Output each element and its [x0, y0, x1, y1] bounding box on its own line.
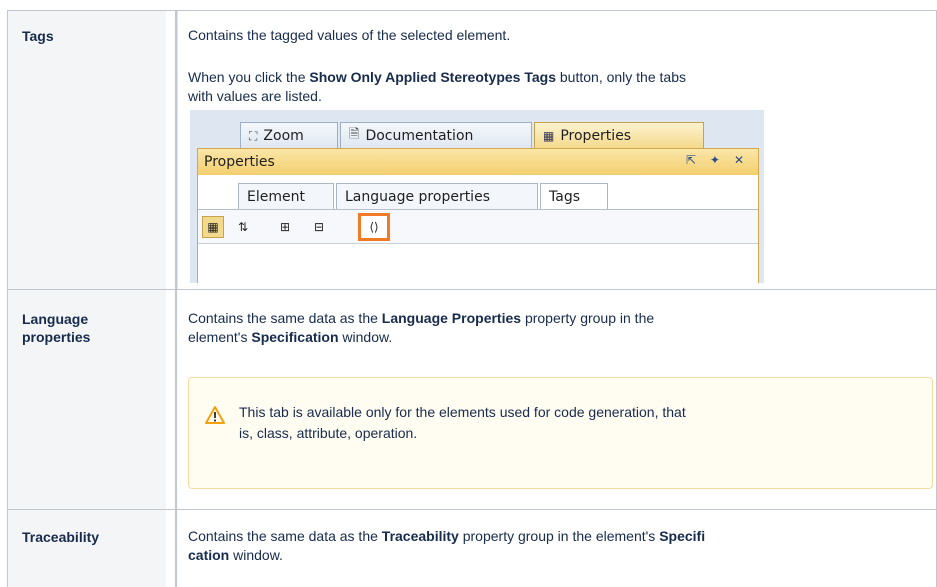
- row-label-traceability: Traceability: [22, 529, 100, 545]
- table-border-left: [7, 10, 8, 587]
- warning-panel: This tab is available only for the eleme…: [188, 377, 933, 489]
- zoom-icon: ⛶: [249, 128, 258, 143]
- collapse-all-icon[interactable]: ⊟: [308, 216, 330, 238]
- sort-alpha-icon[interactable]: ⇅: [232, 216, 254, 238]
- subtab-tags[interactable]: Tags: [540, 183, 608, 209]
- row-border-top: [7, 10, 937, 11]
- tags-description: Contains the tagged values of the select…: [188, 27, 511, 43]
- tab-properties[interactable]: ▦ Properties: [534, 122, 704, 149]
- warning-icon: [205, 406, 225, 424]
- table-icon: ▦: [543, 129, 555, 143]
- label-column: [8, 10, 166, 587]
- tab-zoom[interactable]: ⛶ Zoom: [240, 122, 338, 149]
- panel-title: Properties: [204, 154, 275, 170]
- properties-grid: [198, 243, 758, 283]
- document-icon: 🗎: [349, 127, 360, 142]
- row-border-2: [7, 509, 937, 510]
- row-border-1: [7, 289, 937, 290]
- row-label-language-properties: Language properties: [22, 311, 91, 345]
- row1-scroll-edge: [177, 11, 178, 289]
- language-description: Contains the same data as the Language P…: [188, 310, 655, 345]
- warning-text: This tab is available only for the eleme…: [239, 404, 686, 441]
- pin-icon[interactable]: ✦: [710, 153, 720, 167]
- categorized-view-icon[interactable]: ▦: [202, 216, 224, 238]
- subtab-element[interactable]: Element: [238, 183, 334, 209]
- row-label-tags: Tags: [22, 28, 54, 44]
- properties-panel: Properties ⇱ ✦ ✕ Element Language proper…: [197, 148, 759, 283]
- properties-panel-header: Properties ⇱ ✦ ✕: [198, 149, 758, 175]
- expand-all-icon[interactable]: ⊞: [274, 216, 296, 238]
- tags-note: When you click the Show Only Applied Ste…: [188, 69, 686, 104]
- properties-toolbar: ▦ ⇅ ⊞ ⊟ ⟨⟩: [198, 209, 758, 244]
- show-applied-stereotype-tags-icon[interactable]: ⟨⟩: [358, 213, 390, 241]
- subtab-language-properties[interactable]: Language properties: [336, 183, 538, 209]
- properties-panel-screenshot: ⛶ Zoom 🗎 Documentation ▦ Properties Prop…: [190, 110, 764, 283]
- traceability-description: Contains the same data as the Traceabili…: [188, 528, 706, 563]
- tab-documentation[interactable]: 🗎 Documentation: [340, 122, 532, 149]
- close-icon[interactable]: ✕: [734, 153, 744, 167]
- undock-icon[interactable]: ⇱: [686, 153, 696, 167]
- document-table: Tags Contains the tagged values of the s…: [0, 0, 937, 587]
